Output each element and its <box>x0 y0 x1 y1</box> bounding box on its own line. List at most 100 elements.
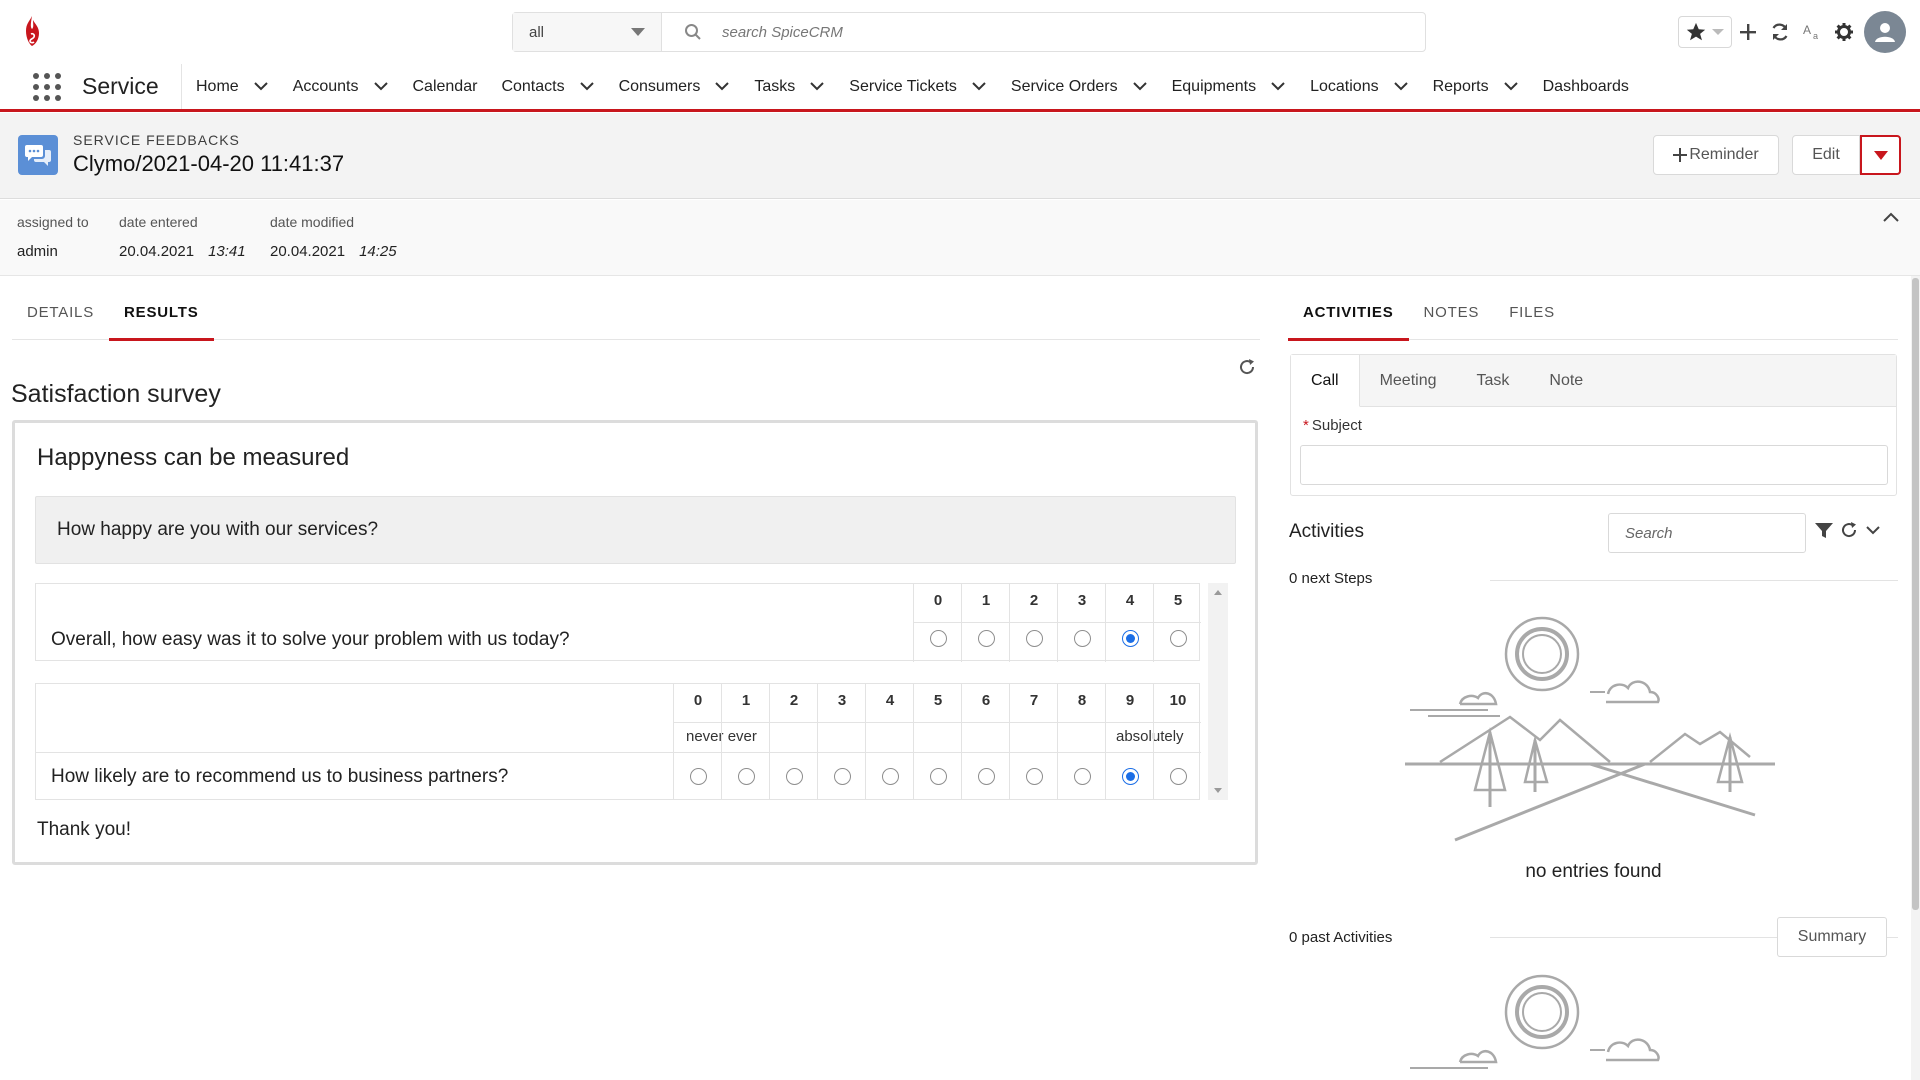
more-actions-button[interactable] <box>1860 135 1901 175</box>
scale-radio[interactable] <box>1074 768 1091 785</box>
subject-input[interactable] <box>1300 445 1888 485</box>
scale-radio[interactable] <box>978 630 995 647</box>
add-button[interactable] <box>1732 16 1764 48</box>
scroll-up-icon[interactable] <box>1214 590 1222 595</box>
sync-icon <box>1772 23 1788 41</box>
nav-item-equipments[interactable]: Equipments <box>1172 78 1287 96</box>
scale-radio[interactable] <box>1026 768 1043 785</box>
summary-button[interactable]: Summary <box>1777 917 1887 957</box>
scale-radio[interactable] <box>834 768 851 785</box>
scale-radio[interactable] <box>930 768 947 785</box>
chevron-down-icon[interactable] <box>809 78 825 96</box>
tab-activities[interactable]: ACTIVITIES <box>1288 296 1409 341</box>
reminder-button[interactable]: Reminder <box>1653 135 1779 175</box>
filter-button[interactable] <box>1814 521 1834 544</box>
activity-composer: Call Meeting Task Note * Subject <box>1290 354 1897 496</box>
composer-tab-meeting[interactable]: Meeting <box>1360 355 1457 407</box>
composer-tab-task[interactable]: Task <box>1456 355 1529 407</box>
nav-item-locations[interactable]: Locations <box>1310 78 1409 96</box>
user-avatar[interactable] <box>1864 11 1906 53</box>
questions-scrollbar[interactable] <box>1208 583 1228 800</box>
search-scope-select[interactable]: all <box>513 13 662 51</box>
scale-radio[interactable] <box>1026 630 1043 647</box>
refresh-activities-button[interactable] <box>1840 521 1858 544</box>
app-launcher-icon[interactable] <box>33 73 61 101</box>
nav-item-reports[interactable]: Reports <box>1433 78 1519 96</box>
chevron-down-icon[interactable] <box>579 78 595 96</box>
record-module-name: SERVICE FEEDBACKS <box>73 132 240 148</box>
nav-item-calendar[interactable]: Calendar <box>413 78 478 96</box>
text-size-icon: Aa <box>1803 23 1818 41</box>
chevron-down-icon[interactable] <box>253 78 269 96</box>
scale-radio[interactable] <box>690 768 707 785</box>
page-scrollbar-thumb[interactable] <box>1912 278 1919 910</box>
global-search: all <box>512 12 1426 52</box>
chevron-down-icon[interactable] <box>971 78 987 96</box>
tab-details[interactable]: DETAILS <box>12 296 109 340</box>
nav-item-home[interactable]: Home <box>196 78 269 96</box>
chevron-down-icon[interactable] <box>1393 78 1409 96</box>
edit-button[interactable]: Edit <box>1792 135 1860 175</box>
assigned-to-value[interactable]: admin <box>17 243 89 260</box>
composer-tab-note[interactable]: Note <box>1529 355 1603 407</box>
nav-item-label: Consumers <box>618 77 701 95</box>
search-input[interactable] <box>722 19 1422 45</box>
date-modified-label: date modified <box>270 214 355 230</box>
tab-results[interactable]: RESULTS <box>109 296 214 341</box>
page-scrollbar[interactable] <box>1911 276 1920 1080</box>
table-row-divider <box>673 722 1201 723</box>
scale-radio[interactable] <box>1170 630 1187 647</box>
reload-button[interactable] <box>1764 16 1796 48</box>
scale-radio[interactable] <box>1122 630 1139 647</box>
chevron-down-icon[interactable] <box>1503 78 1519 96</box>
expand-activities-button[interactable] <box>1864 521 1882 544</box>
scale-radio[interactable] <box>1074 630 1091 647</box>
nav-item-label: Accounts <box>292 77 359 95</box>
chevron-down-icon[interactable] <box>1270 78 1286 96</box>
subject-label: * Subject <box>1303 417 1362 434</box>
nav-item-accounts[interactable]: Accounts <box>293 78 389 96</box>
scale-radio[interactable] <box>882 768 899 785</box>
scale-radio[interactable] <box>738 768 755 785</box>
composer-tab-call[interactable]: Call <box>1291 355 1360 407</box>
record-highlights: assigned to admin date entered 20.04.202… <box>0 200 1920 276</box>
nav-item-service-tickets[interactable]: Service Tickets <box>849 78 987 96</box>
spicecrm-logo-icon[interactable] <box>20 14 44 48</box>
date-entered-value: 20.04.2021 13:41 <box>119 243 246 260</box>
scale-column: 5 <box>913 684 961 800</box>
nav-item-service-orders[interactable]: Service Orders <box>1011 78 1148 96</box>
chevron-down-icon[interactable] <box>1132 78 1148 96</box>
scale-radio[interactable] <box>978 768 995 785</box>
tab-files[interactable]: FILES <box>1494 296 1570 340</box>
scale-radio[interactable] <box>1170 768 1187 785</box>
composer-tabs: Call Meeting Task Note <box>1291 355 1896 407</box>
scale-radio[interactable] <box>930 630 947 647</box>
scroll-down-icon[interactable] <box>1214 788 1222 793</box>
scale-radio[interactable] <box>786 768 803 785</box>
nav-item-dashboards[interactable]: Dashboards <box>1543 78 1629 96</box>
nav-item-label: Calendar <box>412 77 478 95</box>
language-button[interactable]: Aa <box>1796 16 1828 48</box>
nav-item-tasks[interactable]: Tasks <box>754 78 825 96</box>
chevron-down-icon[interactable] <box>714 78 730 96</box>
nav-item-consumers[interactable]: Consumers <box>619 78 731 96</box>
scale-value-label: 10 <box>1169 692 1187 709</box>
user-icon <box>1875 23 1895 42</box>
scale-column: 7 <box>1009 684 1057 800</box>
tab-notes[interactable]: NOTES <box>1409 296 1495 340</box>
required-marker: * <box>1303 417 1309 434</box>
scale-radio[interactable] <box>1122 768 1139 785</box>
activities-search-input[interactable] <box>1608 513 1806 553</box>
survey-heading: Happyness can be measured <box>37 444 350 471</box>
settings-button[interactable] <box>1828 16 1860 48</box>
survey-questions-scroll-area[interactable]: Overall, how easy was it to solve your p… <box>35 583 1206 800</box>
favorites-button[interactable] <box>1678 16 1732 48</box>
assigned-to-label: assigned to <box>17 214 89 230</box>
nav-item-label: Equipments <box>1171 77 1257 95</box>
collapse-highlights-button[interactable] <box>1882 210 1900 228</box>
header-tools: Aa <box>1678 11 1906 53</box>
chevron-down-icon[interactable] <box>373 78 389 96</box>
date-modified-field: date modified 20.04.2021 14:25 <box>270 214 397 260</box>
refresh-results-button[interactable] <box>1238 358 1256 381</box>
nav-item-contacts[interactable]: Contacts <box>501 78 594 96</box>
